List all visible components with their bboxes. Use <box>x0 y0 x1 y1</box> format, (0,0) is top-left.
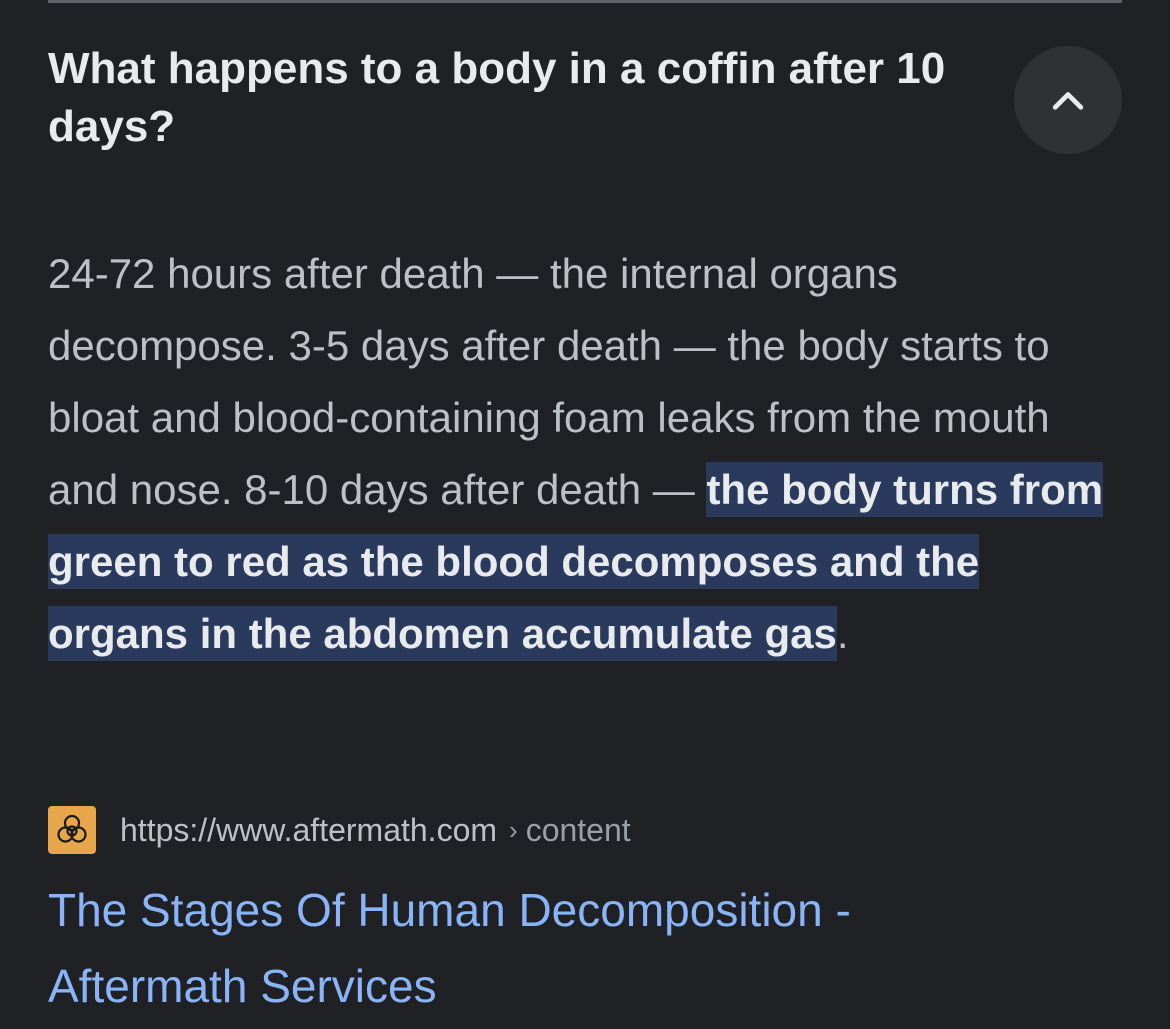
top-divider <box>48 0 1122 3</box>
answer-trailing: . <box>836 610 849 657</box>
source-url[interactable]: https://www.aftermath.com <box>120 812 497 849</box>
result-title-link[interactable]: The Stages Of Human Decomposition - Afte… <box>48 872 1048 1024</box>
collapse-button[interactable] <box>1014 46 1122 154</box>
question-heading: What happens to a body in a coffin after… <box>48 44 946 151</box>
source-path: content <box>525 811 631 848</box>
breadcrumb-separator: › <box>509 814 518 845</box>
answer-snippet: 24-72 hours after death — the internal o… <box>48 238 1128 670</box>
chevron-up-icon <box>1052 92 1084 110</box>
biohazard-icon <box>48 806 96 854</box>
source-row[interactable]: https://www.aftermath.com › content <box>48 806 631 854</box>
